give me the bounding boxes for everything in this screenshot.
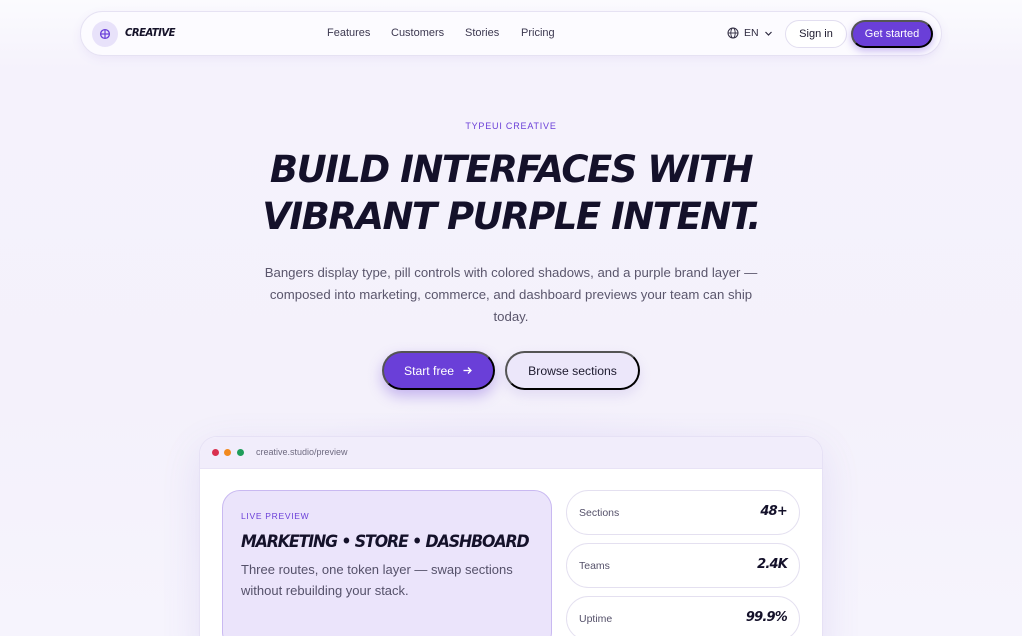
live-preview-card[interactable]: LIVE PREVIEW Marketing • Store • Dashboa… [222, 490, 552, 636]
brand-logo-icon[interactable] [92, 21, 118, 47]
nav-link-features[interactable]: Features [327, 27, 370, 39]
hero-subtitle: Bangers display type, pill controls with… [264, 265, 758, 324]
stat-value: 99.9% [745, 610, 788, 625]
start-free-button[interactable]: Start free [382, 351, 495, 390]
live-preview-description: Three routes, one token layer — swap sec… [241, 562, 513, 598]
start-free-label: Start free [403, 363, 455, 378]
hero-title: Build interfaces with vibrant purple int… [0, 146, 1022, 240]
nav-link-customers[interactable]: Customers [391, 27, 444, 39]
preview-window: creative.studio/preview LIVE PREVIEW Mar… [199, 436, 823, 636]
chevron-down-icon [764, 31, 772, 36]
brand-name[interactable]: CREATIVE [125, 26, 176, 39]
hero-title-line-1: Build interfaces with [269, 148, 754, 191]
stat-label: Uptime [579, 613, 613, 625]
nav-link-stories[interactable]: Stories [465, 27, 499, 39]
window-close-dot [212, 449, 219, 456]
stat-label: Sections [579, 507, 620, 519]
browse-sections-button[interactable]: Browse sections [505, 351, 640, 390]
live-preview-eyebrow: LIVE PREVIEW [241, 511, 310, 521]
sign-in-button[interactable]: Sign in [785, 20, 847, 48]
language-label: EN [744, 27, 759, 39]
window-minimize-dot [224, 449, 231, 456]
hero-title-line-2: vibrant purple intent. [262, 195, 761, 238]
stat-label: Teams [579, 560, 610, 572]
stat-value: 48+ [760, 504, 787, 519]
get-started-button[interactable]: Get started [851, 20, 933, 48]
preview-url: creative.studio/preview [256, 447, 348, 457]
hero-eyebrow: TYPEUI CREATIVE [465, 121, 557, 131]
language-selector[interactable]: EN [727, 27, 773, 39]
stat-card-uptime[interactable]: Uptime 99.9% [566, 596, 800, 636]
globe-icon [727, 27, 739, 39]
window-chrome: creative.studio/preview [200, 437, 822, 469]
stat-card-sections[interactable]: Sections 48+ [566, 490, 800, 535]
top-navbar: CREATIVE Features Customers Stories Pric… [80, 11, 942, 56]
stat-value: 2.4K [757, 557, 788, 572]
live-preview-title: Marketing • Store • Dashboard [241, 532, 530, 552]
window-maximize-dot [237, 449, 244, 456]
stat-card-teams[interactable]: Teams 2.4K [566, 543, 800, 588]
nav-link-pricing[interactable]: Pricing [521, 27, 555, 39]
arrow-right-icon [463, 367, 472, 374]
